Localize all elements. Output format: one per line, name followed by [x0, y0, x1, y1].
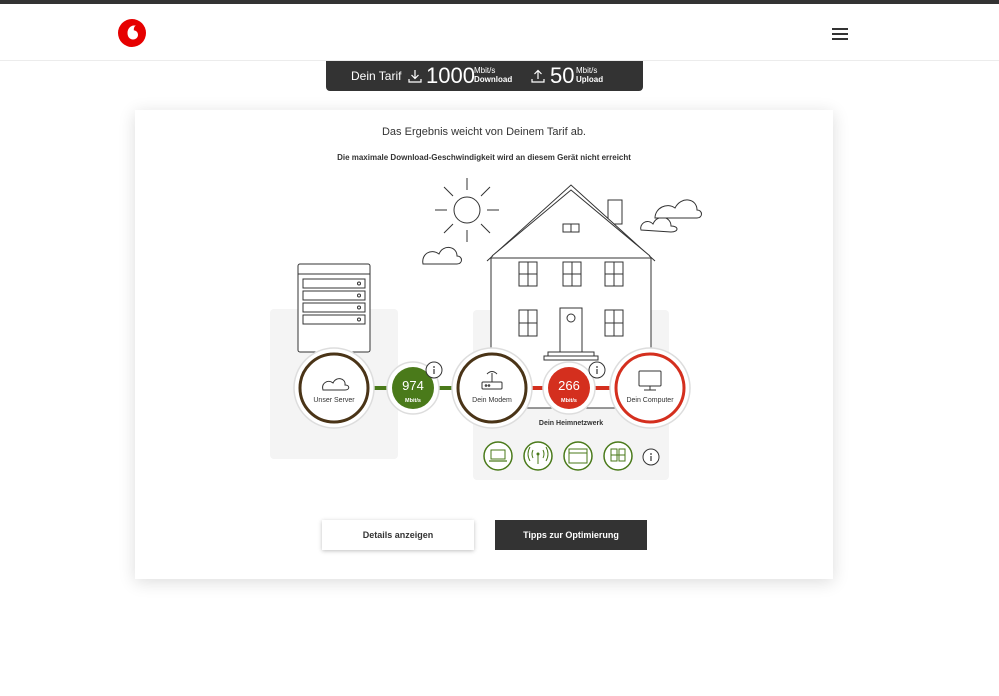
- info-icon[interactable]: [642, 448, 660, 466]
- speed-node-266: 266 Mbit/s: [542, 361, 596, 415]
- speed-974-value: 974: [402, 378, 424, 393]
- tips-optimization-button[interactable]: Tipps zur Optimierung: [495, 520, 647, 550]
- site-header: [0, 4, 999, 61]
- upload-speed-value: 50: [550, 63, 575, 88]
- browser-window-icon[interactable]: [563, 441, 593, 471]
- home-network-label: Dein Heimnetzwerk: [539, 420, 603, 427]
- modem-label: Dein Modem: [472, 397, 512, 404]
- details-button[interactable]: Details anzeigen: [322, 520, 474, 550]
- tarif-label: Dein Tarif: [351, 69, 402, 83]
- cloud-icon: [654, 199, 702, 219]
- download-unit: Mbit/s Download: [474, 66, 513, 84]
- speed-974-unit: Mbit/s: [405, 398, 421, 404]
- hamburger-menu-icon[interactable]: [832, 28, 850, 42]
- computer-label: Dein Computer: [626, 397, 674, 404]
- info-icon[interactable]: [588, 361, 606, 379]
- result-card: Das Ergebnis weicht von Deinem Tarif ab.…: [135, 110, 833, 579]
- upload-unit: Mbit/s Upload: [576, 66, 604, 84]
- vodafone-logo-icon[interactable]: [118, 19, 146, 47]
- sun-icon: [435, 178, 499, 242]
- result-subline: Die maximale Download-Geschwindigkeit wi…: [337, 153, 631, 162]
- upload-icon: [531, 69, 545, 83]
- download-speed-value: 1000: [426, 63, 475, 88]
- computer-node[interactable]: Dein Computer: [609, 347, 691, 429]
- cloud-icon: [640, 217, 678, 233]
- server-rack-icon: [297, 263, 371, 353]
- server-node[interactable]: Unser Server: [293, 347, 375, 429]
- laptop-icon[interactable]: [483, 441, 513, 471]
- speed-266-unit: Mbit/s: [561, 398, 577, 404]
- connection-diagram: Unser Server 974 Mbit/s Dein Modem 266 M…: [270, 178, 702, 480]
- speed-266-value: 266: [558, 378, 580, 393]
- info-icon[interactable]: [425, 361, 443, 379]
- cloud-icon: [422, 247, 462, 265]
- network-devices-icon[interactable]: [603, 441, 633, 471]
- server-label: Unser Server: [313, 397, 355, 404]
- tarif-banner: Dein Tarif 1000 Mbit/s Download 50 Mbit/s…: [326, 61, 643, 91]
- download-icon: [408, 70, 422, 83]
- modem-node[interactable]: Dein Modem: [451, 347, 533, 429]
- wifi-icon[interactable]: [523, 441, 553, 471]
- result-headline: Das Ergebnis weicht von Deinem Tarif ab.: [381, 126, 586, 138]
